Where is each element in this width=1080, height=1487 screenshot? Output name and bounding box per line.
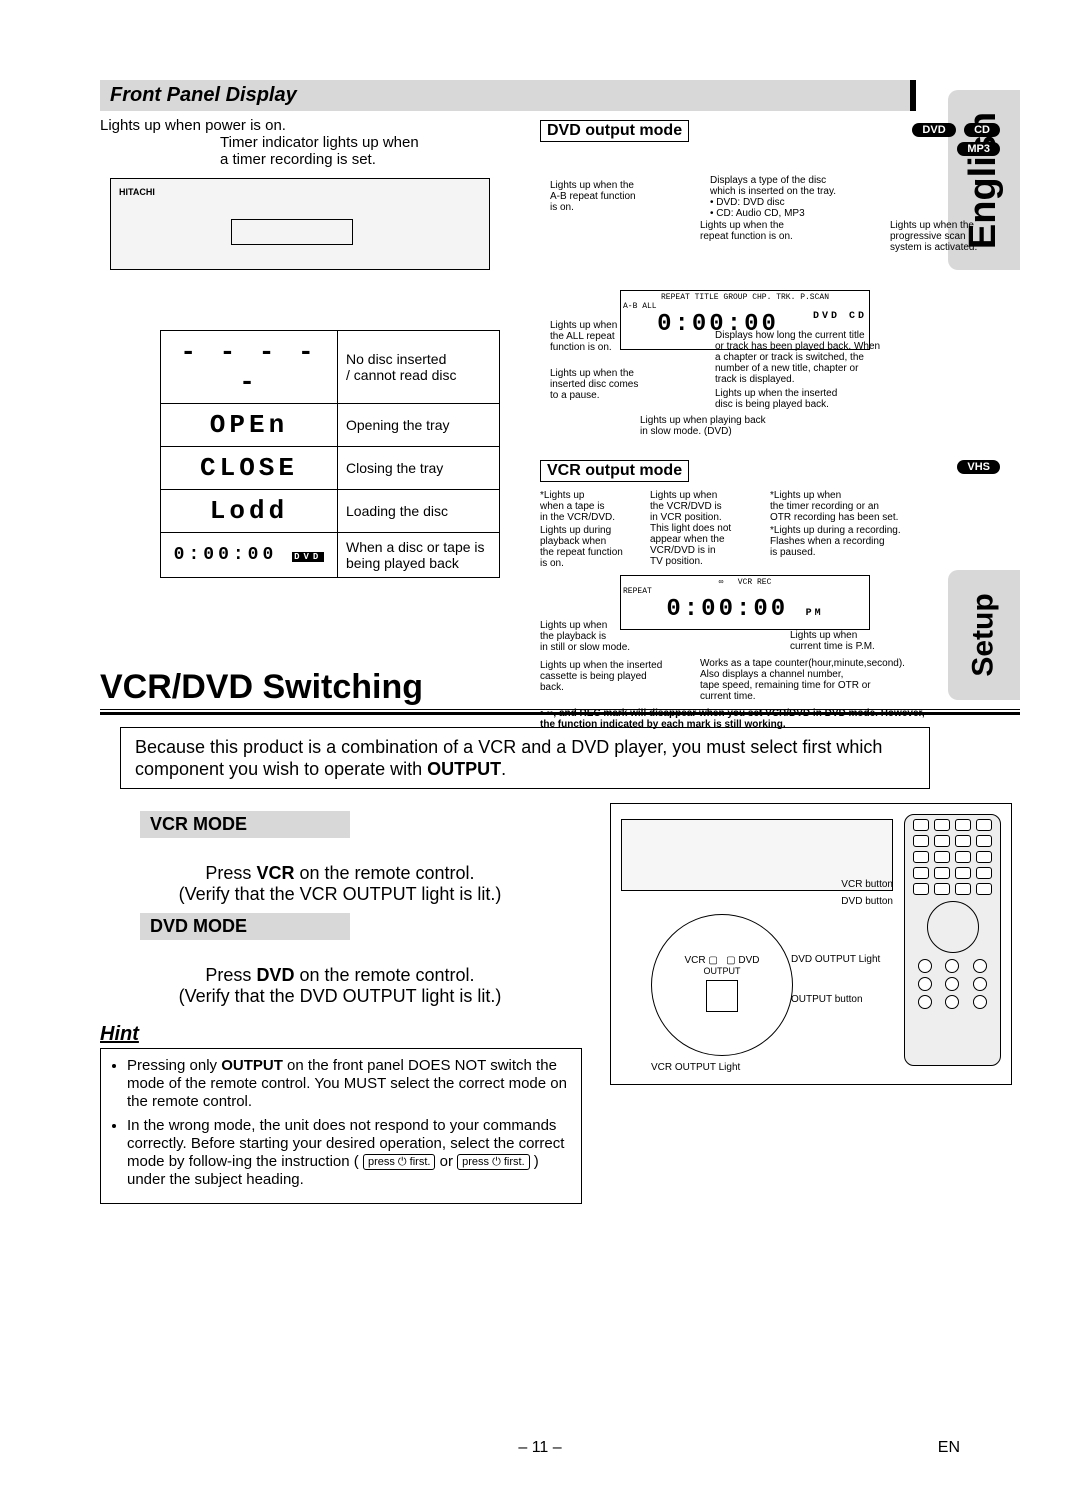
annot-slow: Lights up when playing back in slow mode… — [640, 415, 840, 437]
annot-vcr-repeat: Lights up during playback when the repea… — [540, 525, 640, 569]
table-row: - - - - -No disc inserted / cannot read … — [161, 331, 500, 404]
label-vcr-output-light: VCR OUTPUT Light — [651, 1062, 740, 1073]
table-row: 0:00:00 DVDWhen a disc or tape is being … — [161, 533, 500, 578]
annot-otr: *Lights up when the timer recording or a… — [770, 490, 920, 523]
annot-repeat: Lights up when the repeat function is on… — [700, 220, 810, 242]
front-panel-display-heading: Front Panel Display — [100, 80, 916, 111]
hint-heading: Hint — [100, 1023, 580, 1046]
label-dvd-output-light: DVD OUTPUT Light — [791, 954, 880, 965]
badge-vhs: VHS — [957, 460, 1000, 474]
annot-cassette-play: Lights up when the inserted cassette is … — [540, 660, 690, 693]
label-vcr-button: VCR button — [841, 879, 893, 890]
vcr-mode-bar: VCR MODE — [140, 811, 350, 838]
annot-ab: Lights up when the A-B repeat function i… — [550, 180, 660, 213]
switching-diagram: VCR ▢ ▢ DVD OUTPUT VCR button DVD button… — [610, 803, 1012, 1085]
list-item: Pressing only OUTPUT on the front panel … — [127, 1057, 571, 1111]
vcr-lcd: ∞ VCR REC REPEAT 0:00:00 PM — [620, 575, 870, 630]
table-row: LoddLoading the disc — [161, 490, 500, 533]
output-detail-circle: VCR ▢ ▢ DVD OUTPUT — [651, 914, 793, 1056]
vcr-output-mode-heading: VCR output mode — [540, 460, 689, 482]
dvd-mode-bar: DVD MODE — [140, 913, 350, 940]
annot-time: Displays how long the current title or t… — [715, 330, 915, 385]
label-dvd-button: DVD button — [841, 896, 893, 907]
annot-all: Lights up when the ALL repeat function i… — [550, 320, 650, 353]
annot-tapein: *Lights up when a tape is in the VCR/DVD… — [540, 490, 630, 523]
annot-vcrpos: Lights up when the VCR/DVD is in VCR pos… — [650, 490, 760, 567]
display-state-table: - - - - -No disc inserted / cannot read … — [160, 330, 500, 578]
vcr-output-mode-diagram: VCR output mode VHS *Lights up when a ta… — [540, 460, 1000, 740]
page-lang: EN — [938, 1439, 960, 1457]
table-row: CLOSEClosing the tray — [161, 447, 500, 490]
annot-disctype: Displays a type of the disc which is ins… — [710, 175, 890, 219]
annot-counter: Works as a tape counter(hour,minute,seco… — [700, 658, 930, 702]
badge-cd: CD — [964, 123, 1000, 137]
annot-pause: Lights up when the inserted disc comes t… — [550, 368, 670, 401]
remote-illustration — [904, 814, 1001, 1066]
annot-rec: *Lights up during a recording. Flashes w… — [770, 525, 930, 558]
footnote-vcr: , and REC mark will disappear when you s… — [540, 708, 925, 730]
dvd-output-mode-heading: DVD output mode — [540, 120, 689, 142]
badge-mp3: MP3 — [957, 142, 1000, 156]
annot-pm: Lights up when current time is P.M. — [790, 630, 910, 652]
annot-playing: Lights up when the inserted disc is bein… — [715, 388, 915, 410]
hint-box: Pressing only OUTPUT on the front panel … — [100, 1048, 582, 1204]
dvd-mode-text: Press DVD on the remote control. (Verify… — [100, 944, 580, 1007]
table-row: OPEnOpening the tray — [161, 404, 500, 447]
badge-dvd: DVD — [912, 123, 955, 137]
annot-pscan: Lights up when the progressive scan syst… — [890, 220, 1000, 253]
page-number: – 11 – — [0, 1439, 1080, 1457]
list-item: In the wrong mode, the unit does not res… — [127, 1117, 571, 1189]
front-unit-illustration: HITACHI — [110, 178, 490, 270]
annot-still: Lights up when the playback is in still … — [540, 620, 640, 653]
label-output-button: OUTPUT button — [791, 994, 863, 1005]
vcr-mode-text: Press VCR on the remote control. (Verify… — [100, 842, 580, 905]
